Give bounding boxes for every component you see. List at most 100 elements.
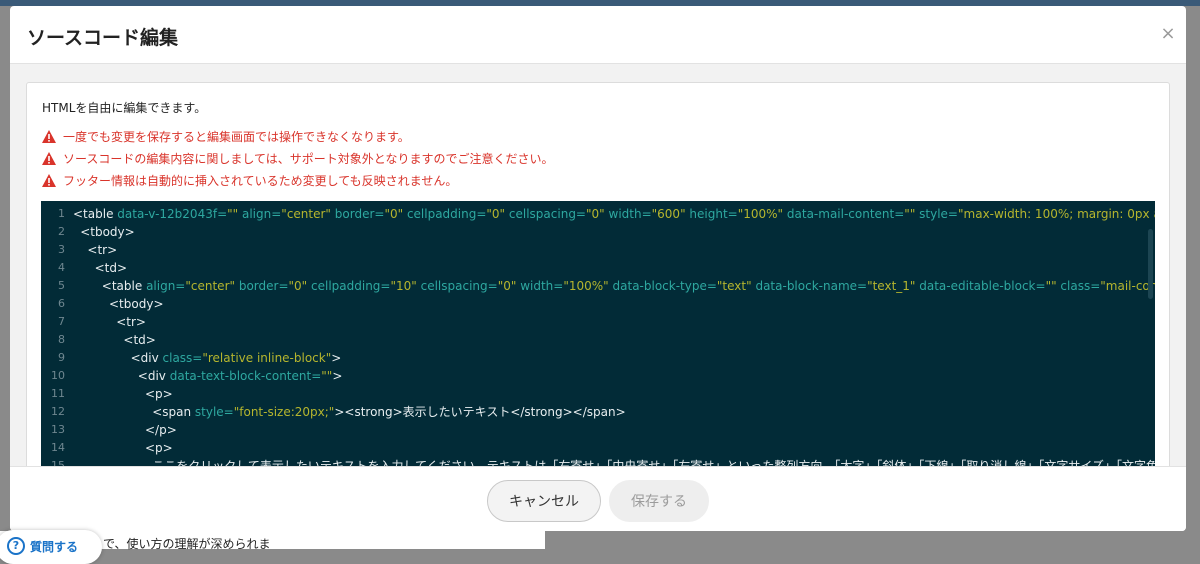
code-line: 10 <div data-text-block-content=""> bbox=[41, 367, 1149, 385]
line-number: 8 bbox=[58, 333, 65, 346]
code-token-attr: cellspacing= bbox=[508, 207, 586, 221]
code-text: <div data-text-block-content=""> bbox=[138, 367, 343, 385]
code-token-str: "center" bbox=[281, 207, 335, 221]
line-number: 12 bbox=[51, 405, 65, 418]
code-token-tag: <div bbox=[130, 351, 163, 365]
code-line: 2 <tbody> bbox=[41, 223, 1149, 241]
code-token-tag: <table bbox=[73, 207, 118, 221]
code-token-str: "10" bbox=[390, 279, 421, 293]
code-text: <p> bbox=[145, 439, 173, 457]
code-token-tag: <tbody> bbox=[80, 225, 135, 239]
code-token-tag: <div bbox=[137, 369, 170, 383]
code-token-str: "0" bbox=[586, 207, 609, 221]
code-token-tag: > bbox=[331, 351, 342, 365]
line-number: 11 bbox=[51, 387, 65, 400]
code-token-tag: <p> bbox=[145, 441, 173, 455]
code-token-tag: <tr> bbox=[116, 315, 146, 329]
code-token-tag: <table bbox=[101, 279, 147, 293]
code-line: 9 <div class="relative inline-block"> bbox=[41, 349, 1149, 367]
modal-title: ソースコード編集 bbox=[27, 27, 179, 49]
code-token-str: "" bbox=[227, 207, 242, 221]
code-token-str: "0" bbox=[497, 279, 521, 293]
line-number: 3 bbox=[58, 243, 65, 256]
code-line: 1 <table data-v-12b2043f="" align="center… bbox=[41, 205, 1155, 223]
code-token-str: "0" bbox=[486, 207, 509, 221]
code-token-attr: data-editable-block= bbox=[919, 279, 1046, 293]
code-token-str: "100%" bbox=[563, 279, 613, 293]
warning-item: 一度でも変更を保存すると編集画面では操作できなくなります。 bbox=[42, 128, 410, 145]
save-button[interactable]: 保存する bbox=[609, 480, 709, 522]
code-token-tag: <tbody> bbox=[109, 297, 164, 311]
modal-footer: キャンセル 保存する bbox=[10, 466, 1186, 531]
code-text: <td> bbox=[95, 259, 127, 277]
line-number: 14 bbox=[51, 441, 65, 454]
editor-card: HTMLを自由に編集できます。 一度でも変更を保存すると編集画面では操作できなく… bbox=[26, 82, 1170, 484]
code-token-attr: border= bbox=[334, 207, 385, 221]
code-token-str: "text" bbox=[716, 279, 756, 293]
code-line: 3 <tr> bbox=[41, 241, 1149, 259]
editor-scrollbar[interactable] bbox=[1148, 229, 1153, 299]
line-number: 9 bbox=[58, 351, 65, 364]
code-token-tag: > bbox=[332, 369, 343, 383]
code-token-str: "600" bbox=[651, 207, 690, 221]
line-number: 5 bbox=[58, 279, 65, 292]
code-token-tag: ><strong>表示したいテキスト</strong></span> bbox=[334, 405, 626, 419]
code-token-attr: cellspacing= bbox=[420, 279, 498, 293]
code-token-str: "text_1" bbox=[867, 279, 920, 293]
code-token-str: "center" bbox=[185, 279, 239, 293]
code-token-attr: class= bbox=[162, 351, 203, 365]
code-token-tag: <td> bbox=[94, 261, 128, 275]
code-token-attr: class= bbox=[1060, 279, 1101, 293]
warning-text: 一度でも変更を保存すると編集画面では操作できなくなります。 bbox=[63, 130, 410, 144]
code-lines: 1 <table data-v-12b2043f="" align="center… bbox=[41, 205, 1155, 475]
line-number: 4 bbox=[58, 261, 65, 274]
code-text: <tbody> bbox=[80, 223, 135, 241]
warning-triangle-icon bbox=[42, 152, 56, 165]
code-text: <td> bbox=[123, 331, 155, 349]
code-token-str: "relative inline-block" bbox=[202, 351, 332, 365]
code-line: 14 <p> bbox=[41, 439, 1149, 457]
code-text: <table data-v-12b2043f="" align="center"… bbox=[73, 205, 1155, 223]
cancel-button[interactable]: キャンセル bbox=[487, 480, 601, 522]
code-token-tag: <tr> bbox=[87, 243, 118, 257]
code-line: 11 <p> bbox=[41, 385, 1149, 403]
line-number: 1 bbox=[58, 207, 65, 220]
code-token-str: "" bbox=[904, 207, 920, 221]
code-text: <p> bbox=[145, 385, 173, 403]
code-text: <tr> bbox=[87, 241, 117, 259]
code-token-attr: width= bbox=[608, 207, 652, 221]
code-line: 7 <tr> bbox=[41, 313, 1149, 331]
modal-body: HTMLを自由に編集できます。 一度でも変更を保存すると編集画面では操作できなく… bbox=[10, 64, 1186, 484]
code-token-attr: height= bbox=[689, 207, 738, 221]
code-token-tag: <span bbox=[152, 405, 195, 419]
code-token-tag: </p> bbox=[145, 423, 177, 437]
code-token-str: "100%" bbox=[737, 207, 787, 221]
code-line: 12 <span style="font-size:20px;"><strong>… bbox=[41, 403, 1149, 421]
warning-triangle-icon bbox=[42, 130, 56, 143]
code-line: 5 <table align="center" border="0" cellpa… bbox=[41, 277, 1155, 295]
code-text: <table align="center" border="0" cellpad… bbox=[102, 277, 1155, 295]
code-text: <tr> bbox=[116, 313, 146, 331]
code-line: 8 <td> bbox=[41, 331, 1149, 349]
help-label[interactable]: 質問する bbox=[30, 538, 78, 555]
code-token-str: "font-size:20px;" bbox=[233, 405, 335, 419]
code-text: </p> bbox=[145, 421, 177, 439]
code-token-str: "0" bbox=[288, 279, 312, 293]
code-token-attr: data-v-12b2043f= bbox=[117, 207, 228, 221]
line-number: 7 bbox=[58, 315, 65, 328]
line-number: 13 bbox=[51, 423, 65, 436]
code-line: 6 <tbody> bbox=[41, 295, 1149, 313]
code-token-tag: <p> bbox=[145, 387, 173, 401]
code-token-str: "" bbox=[321, 369, 333, 383]
code-token-attr: width= bbox=[520, 279, 564, 293]
code-token-str: "mail-content bbox=[1100, 279, 1155, 293]
code-token-attr: data-block-type= bbox=[612, 279, 717, 293]
code-text: <div class="relative inline-block"> bbox=[131, 349, 342, 367]
source-code-edit-modal: ソースコード編集 × HTMLを自由に編集できます。 一度でも変更を保存すると編… bbox=[10, 6, 1186, 531]
code-token-str: "0" bbox=[384, 207, 407, 221]
close-icon[interactable]: × bbox=[1158, 24, 1178, 44]
warning-text: フッター情報は自動的に挿入されているため変更しても反映されません。 bbox=[63, 174, 458, 188]
code-token-attr: align= bbox=[146, 279, 186, 293]
line-number: 2 bbox=[58, 225, 65, 238]
code-editor[interactable]: 1 <table data-v-12b2043f="" align="center… bbox=[41, 201, 1155, 483]
